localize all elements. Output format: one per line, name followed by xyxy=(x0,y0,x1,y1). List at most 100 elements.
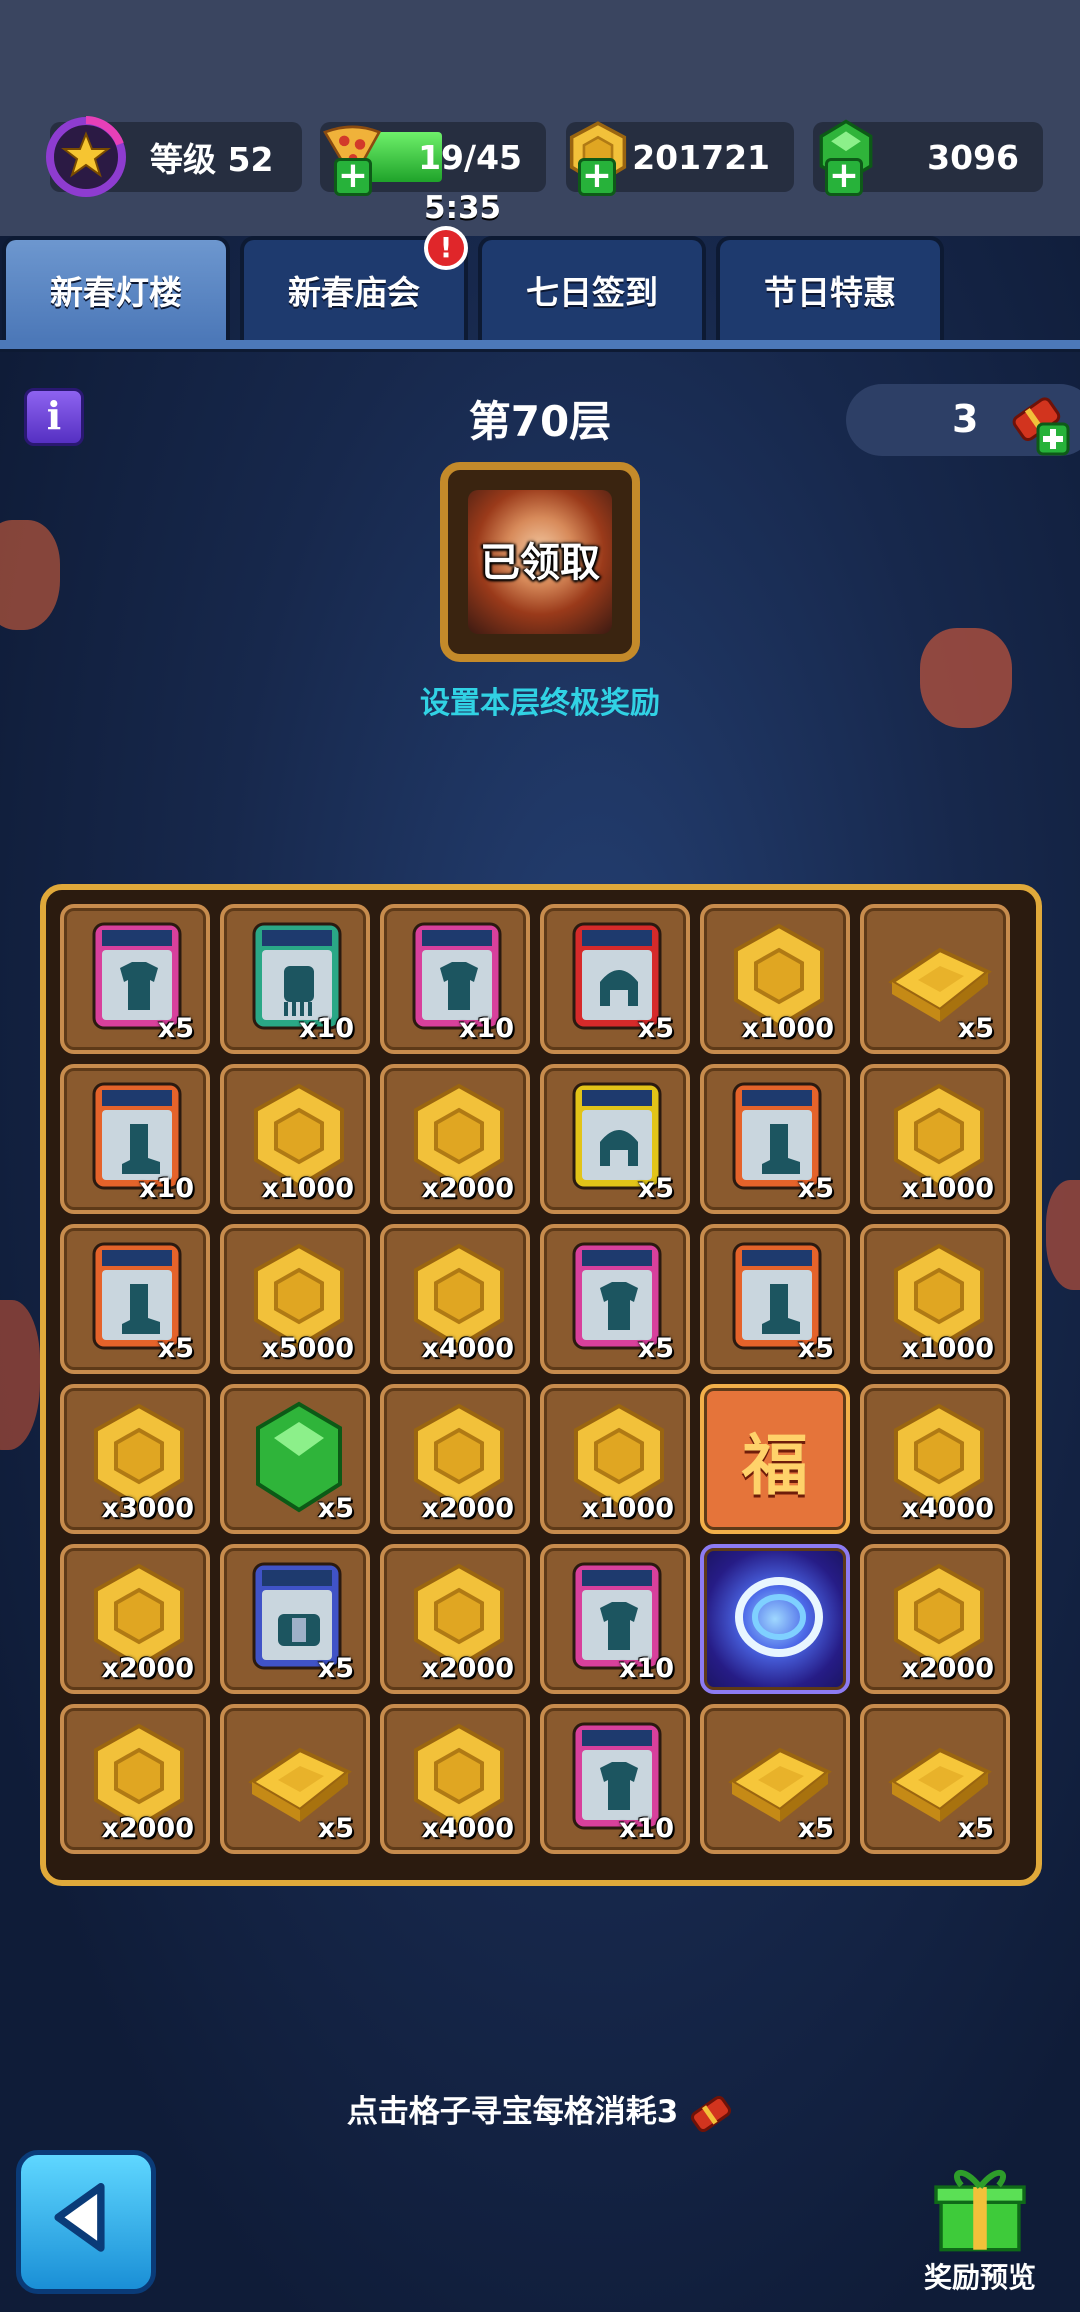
grid-cell[interactable] xyxy=(700,1544,850,1694)
sky-lantern-decoration xyxy=(0,520,60,630)
level-label: 等级 52 xyxy=(150,140,274,179)
grid-cell[interactable]: x2000 xyxy=(380,1064,530,1214)
item-quantity: x5 xyxy=(637,1173,674,1204)
grid-cell[interactable]: x1000 xyxy=(700,904,850,1054)
alert-badge-icon: ! xyxy=(424,226,468,270)
tab-label: 新春灯楼 xyxy=(50,273,182,312)
grid-cell[interactable]: x5 xyxy=(540,1064,690,1214)
star-level-icon xyxy=(46,116,126,197)
item-quantity: x2000 xyxy=(421,1653,514,1684)
item-quantity: x4000 xyxy=(901,1493,994,1524)
grid-cell[interactable]: x5 xyxy=(860,1704,1010,1854)
grid-cell[interactable]: x5000 xyxy=(220,1224,370,1374)
item-quantity: x5 xyxy=(157,1013,194,1044)
tab-seven-day-signin[interactable]: 七日签到 xyxy=(478,236,706,340)
firecracker-icon xyxy=(691,2095,732,2132)
item-quantity: x5 xyxy=(797,1173,834,1204)
grid-cell[interactable]: x1000 xyxy=(220,1064,370,1214)
gem-display[interactable]: + 3096 xyxy=(813,119,1043,196)
sky-lantern-decoration xyxy=(1046,1180,1080,1290)
grid-cell[interactable]: x5 xyxy=(700,1224,850,1374)
tab-spring-lantern-tower[interactable]: 新春灯楼 xyxy=(2,236,230,340)
item-quantity: x5 xyxy=(637,1013,674,1044)
grid-cell[interactable]: x2000 xyxy=(60,1704,210,1854)
grid-cell[interactable]: x4000 xyxy=(380,1704,530,1854)
cost-hint: 点击格子寻宝每格消耗3 xyxy=(0,2086,1080,2138)
ultimate-reward-slot[interactable]: 已领取 xyxy=(440,462,640,662)
grid-cell[interactable]: x2000 xyxy=(380,1384,530,1534)
grid-cell[interactable]: x5 xyxy=(700,1704,850,1854)
gold-value: 201721 xyxy=(632,137,770,177)
grid-cell[interactable]: x4000 xyxy=(380,1224,530,1374)
item-quantity: x1000 xyxy=(901,1333,994,1364)
ticket-count: 3 xyxy=(952,397,979,441)
portal-swirl-icon xyxy=(735,1577,823,1657)
grid-cell[interactable]: x10 xyxy=(380,904,530,1054)
grid-cell[interactable]: x5 xyxy=(220,1544,370,1694)
tab-label: 节日特惠 xyxy=(764,273,896,312)
grid-cell[interactable]: x10 xyxy=(540,1544,690,1694)
add-energy-button[interactable]: + xyxy=(334,158,372,196)
grid-cell[interactable]: x5 xyxy=(220,1384,370,1534)
grid-cell[interactable]: x5 xyxy=(220,1704,370,1854)
item-quantity: x5 xyxy=(957,1813,994,1844)
grid-cell[interactable]: 福 xyxy=(700,1384,850,1534)
item-quantity: x5 xyxy=(637,1333,674,1364)
fu-character: 福 xyxy=(742,1426,808,1504)
item-quantity: x5 xyxy=(317,1813,354,1844)
item-quantity: x2000 xyxy=(421,1493,514,1524)
item-quantity: x5 xyxy=(317,1653,354,1684)
grid-cell[interactable]: x10 xyxy=(540,1704,690,1854)
grid-cell[interactable]: x5 xyxy=(700,1064,850,1214)
tab-underline xyxy=(0,340,1080,352)
tab-holiday-special[interactable]: 节日特惠 xyxy=(716,236,944,340)
tab-label: 新春庙会 xyxy=(288,273,420,312)
item-quantity: x3000 xyxy=(101,1493,194,1524)
top-status-bar: 等级 52 + 19/45 5:35 + 201721 + 3096 xyxy=(0,0,1080,236)
grid-cell[interactable]: x2000 xyxy=(60,1544,210,1694)
ticket-counter[interactable]: 3 xyxy=(846,384,1080,456)
tab-label: 七日签到 xyxy=(526,273,658,312)
game-screen: 等级 52 + 19/45 5:35 + 201721 + 3096 新春灯楼 … xyxy=(0,0,1080,2312)
grid-cell[interactable]: x5 xyxy=(60,904,210,1054)
item-quantity: x1000 xyxy=(901,1173,994,1204)
gift-box-icon xyxy=(934,2169,1026,2252)
grid-cell[interactable]: x1000 xyxy=(860,1224,1010,1374)
item-quantity: x5 xyxy=(317,1493,354,1524)
grid-cell[interactable]: x5 xyxy=(540,904,690,1054)
grid-cell[interactable]: x10 xyxy=(60,1064,210,1214)
energy-display[interactable]: + 19/45 xyxy=(320,122,546,196)
item-quantity: x4000 xyxy=(421,1333,514,1364)
grid-cell[interactable]: x4000 xyxy=(860,1384,1010,1534)
reward-preview-label: 奖励预览 xyxy=(923,2261,1036,2294)
grid-cell[interactable]: x10 xyxy=(220,904,370,1054)
grid-cell[interactable]: x5 xyxy=(60,1224,210,1374)
grid-cell[interactable]: x1000 xyxy=(540,1384,690,1534)
item-quantity: x5 xyxy=(157,1333,194,1364)
item-quantity: x10 xyxy=(459,1013,514,1044)
gold-display[interactable]: + 201721 xyxy=(566,121,794,196)
reward-claimed-label: 已领取 xyxy=(480,540,600,586)
item-quantity: x2000 xyxy=(421,1173,514,1204)
treasure-grid: x5 x10 x10 x5 x1000 x5 x10 x1000 x2000 x5 x5 x1000 x… xyxy=(40,884,1042,1886)
energy-value: 19/45 xyxy=(418,137,522,177)
set-ultimate-reward-link[interactable]: 设置本层终极奖励 xyxy=(0,678,1080,722)
item-quantity: x2000 xyxy=(101,1653,194,1684)
item-quantity: x10 xyxy=(619,1653,674,1684)
level-display[interactable]: 等级 52 xyxy=(46,116,302,197)
grid-cell[interactable]: x2000 xyxy=(380,1544,530,1694)
firecracker-ticket-icon xyxy=(1012,397,1070,456)
back-arrow-icon xyxy=(54,2183,105,2252)
add-gold-button[interactable]: + xyxy=(578,158,616,196)
grid-cell[interactable]: x2000 xyxy=(860,1544,1010,1694)
back-button[interactable] xyxy=(16,2150,156,2294)
grid-cell[interactable]: x3000 xyxy=(60,1384,210,1534)
item-quantity: x2000 xyxy=(901,1653,994,1684)
add-gems-button[interactable]: + xyxy=(825,158,863,196)
grid-cell[interactable]: x5 xyxy=(540,1224,690,1374)
grid-cell[interactable]: x5 xyxy=(860,904,1010,1054)
reward-preview-button[interactable]: 奖励预览 xyxy=(900,2160,1060,2294)
item-quantity: x10 xyxy=(619,1813,674,1844)
item-quantity: x4000 xyxy=(421,1813,514,1844)
grid-cell[interactable]: x1000 xyxy=(860,1064,1010,1214)
